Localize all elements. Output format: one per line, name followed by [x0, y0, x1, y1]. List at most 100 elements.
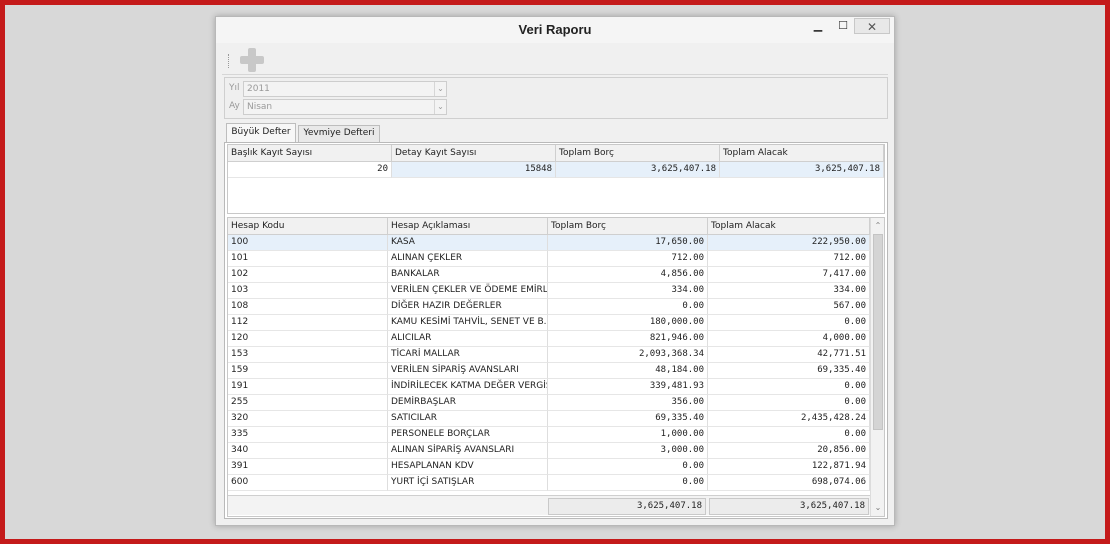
account-description[interactable]: ALINAN ÇEKLER [388, 251, 548, 267]
account-borc[interactable]: 356.00 [548, 395, 708, 411]
account-borc[interactable]: 0.00 [548, 299, 708, 315]
account-alacak[interactable]: 712.00 [708, 251, 870, 267]
account-alacak[interactable]: 122,871.94 [708, 459, 870, 475]
account-alacak[interactable]: 334.00 [708, 283, 870, 299]
chevron-down-icon[interactable]: ⌄ [434, 100, 446, 114]
account-code[interactable]: 103 [228, 283, 388, 299]
account-alacak[interactable]: 42,771.51 [708, 347, 870, 363]
summary-detail-count[interactable]: 15848 [392, 162, 556, 178]
account-borc[interactable]: 3,000.00 [548, 443, 708, 459]
account-code[interactable]: 100 [228, 235, 388, 251]
account-description[interactable]: İNDİRİLECEK KATMA DEĞER VERGİSİ [388, 379, 548, 395]
summary-total-borc[interactable]: 3,625,407.18 [556, 162, 720, 178]
account-borc[interactable]: 712.00 [548, 251, 708, 267]
table-row[interactable]: 108 DİĞER HAZIR DEĞERLER 0.00 567.00 [228, 299, 870, 315]
account-code[interactable]: 600 [228, 475, 388, 491]
table-row[interactable]: 153 TİCARİ MALLAR 2,093,368.34 42,771.51 [228, 347, 870, 363]
account-description[interactable]: TİCARİ MALLAR [388, 347, 548, 363]
table-row[interactable]: 391 HESAPLANAN KDV 0.00 122,871.94 [228, 459, 870, 475]
account-code[interactable]: 108 [228, 299, 388, 315]
tab-yevmiye-defteri[interactable]: Yevmiye Defteri [298, 125, 380, 142]
account-alacak[interactable]: 7,417.00 [708, 267, 870, 283]
account-description[interactable]: DİĞER HAZIR DEĞERLER [388, 299, 548, 315]
account-alacak[interactable]: 222,950.00 [708, 235, 870, 251]
year-select[interactable]: 2011 ⌄ [243, 81, 447, 97]
account-description[interactable]: YURT İÇİ SATIŞLAR [388, 475, 548, 491]
account-borc[interactable]: 0.00 [548, 459, 708, 475]
column-header[interactable]: Hesap Kodu [228, 218, 388, 235]
account-code[interactable]: 112 [228, 315, 388, 331]
table-row[interactable]: 100 KASA 17,650.00 222,950.00 [228, 235, 870, 251]
account-alacak[interactable]: 0.00 [708, 395, 870, 411]
account-code[interactable]: 255 [228, 395, 388, 411]
account-description[interactable]: KAMU KESİMİ TAHVİL, SENET VE B... [388, 315, 548, 331]
account-borc[interactable]: 17,650.00 [548, 235, 708, 251]
account-code[interactable]: 159 [228, 363, 388, 379]
table-row[interactable]: 112 KAMU KESİMİ TAHVİL, SENET VE B... 180,… [228, 315, 870, 331]
account-borc[interactable]: 180,000.00 [548, 315, 708, 331]
account-borc[interactable]: 48,184.00 [548, 363, 708, 379]
account-borc[interactable]: 69,335.40 [548, 411, 708, 427]
account-code[interactable]: 102 [228, 267, 388, 283]
account-alacak[interactable]: 0.00 [708, 379, 870, 395]
account-code[interactable]: 153 [228, 347, 388, 363]
table-row[interactable]: 255 DEMİRBAŞLAR 356.00 0.00 [228, 395, 870, 411]
table-row[interactable]: 335 PERSONELE BORÇLAR 1,000.00 0.00 [228, 427, 870, 443]
account-code[interactable]: 335 [228, 427, 388, 443]
account-code[interactable]: 101 [228, 251, 388, 267]
summary-total-alacak[interactable]: 3,625,407.18 [720, 162, 884, 178]
account-alacak[interactable]: 69,335.40 [708, 363, 870, 379]
summary-header-count[interactable]: 20 [228, 162, 392, 178]
account-description[interactable]: ALINAN SİPARİŞ AVANSLARI [388, 443, 548, 459]
account-code[interactable]: 340 [228, 443, 388, 459]
account-borc[interactable]: 4,856.00 [548, 267, 708, 283]
account-borc[interactable]: 339,481.93 [548, 379, 708, 395]
month-select[interactable]: Nisan ⌄ [243, 99, 447, 115]
account-borc[interactable]: 821,946.00 [548, 331, 708, 347]
account-alacak[interactable]: 0.00 [708, 315, 870, 331]
add-icon[interactable] [238, 47, 266, 73]
table-row[interactable]: 102 BANKALAR 4,856.00 7,417.00 [228, 267, 870, 283]
account-alacak[interactable]: 4,000.00 [708, 331, 870, 347]
table-row[interactable]: 191 İNDİRİLECEK KATMA DEĞER VERGİSİ 339,48… [228, 379, 870, 395]
account-code[interactable]: 120 [228, 331, 388, 347]
table-row[interactable]: 159 VERİLEN SİPARİŞ AVANSLARI 48,184.00 69,… [228, 363, 870, 379]
maximize-button[interactable]: ☐ [830, 18, 856, 34]
column-header[interactable]: Toplam Alacak [720, 145, 884, 162]
table-row[interactable]: 120 ALICILAR 821,946.00 4,000.00 [228, 331, 870, 347]
account-borc[interactable]: 334.00 [548, 283, 708, 299]
column-header[interactable]: Başlık Kayıt Sayısı [228, 145, 392, 162]
table-row[interactable]: 101 ALINAN ÇEKLER 712.00 712.00 [228, 251, 870, 267]
account-alacak[interactable]: 20,856.00 [708, 443, 870, 459]
column-header[interactable]: Hesap Açıklaması [388, 218, 548, 235]
account-alacak[interactable]: 698,074.06 [708, 475, 870, 491]
account-description[interactable]: PERSONELE BORÇLAR [388, 427, 548, 443]
account-code[interactable]: 391 [228, 459, 388, 475]
vertical-scrollbar[interactable]: ⌃ ⌄ [870, 218, 884, 516]
account-description[interactable]: VERİLEN SİPARİŞ AVANSLARI [388, 363, 548, 379]
column-header[interactable]: Toplam Borç [548, 218, 708, 235]
account-alacak[interactable]: 0.00 [708, 427, 870, 443]
table-row[interactable]: 600 YURT İÇİ SATIŞLAR 0.00 698,074.06 [228, 475, 870, 491]
scroll-down-icon[interactable]: ⌄ [871, 501, 884, 515]
account-alacak[interactable]: 2,435,428.24 [708, 411, 870, 427]
account-description[interactable]: KASA [388, 235, 548, 251]
account-description[interactable]: DEMİRBAŞLAR [388, 395, 548, 411]
tab-buyuk-defter[interactable]: Büyük Defter [226, 123, 296, 143]
account-description[interactable]: HESAPLANAN KDV [388, 459, 548, 475]
account-code[interactable]: 191 [228, 379, 388, 395]
table-row[interactable]: 320 SATICILAR 69,335.40 2,435,428.24 [228, 411, 870, 427]
account-description[interactable]: ALICILAR [388, 331, 548, 347]
table-row[interactable]: 103 VERİLEN ÇEKLER VE ÖDEME EMİRL... 334.0… [228, 283, 870, 299]
close-button[interactable]: ✕ [854, 18, 890, 34]
account-borc[interactable]: 2,093,368.34 [548, 347, 708, 363]
scroll-up-icon[interactable]: ⌃ [871, 219, 884, 233]
account-borc[interactable]: 0.00 [548, 475, 708, 491]
account-code[interactable]: 320 [228, 411, 388, 427]
column-header[interactable]: Toplam Alacak [708, 218, 870, 235]
account-description[interactable]: VERİLEN ÇEKLER VE ÖDEME EMİRL... [388, 283, 548, 299]
minimize-button[interactable]: ▁ [805, 18, 831, 34]
account-borc[interactable]: 1,000.00 [548, 427, 708, 443]
scroll-thumb[interactable] [873, 234, 883, 430]
column-header[interactable]: Detay Kayıt Sayısı [392, 145, 556, 162]
